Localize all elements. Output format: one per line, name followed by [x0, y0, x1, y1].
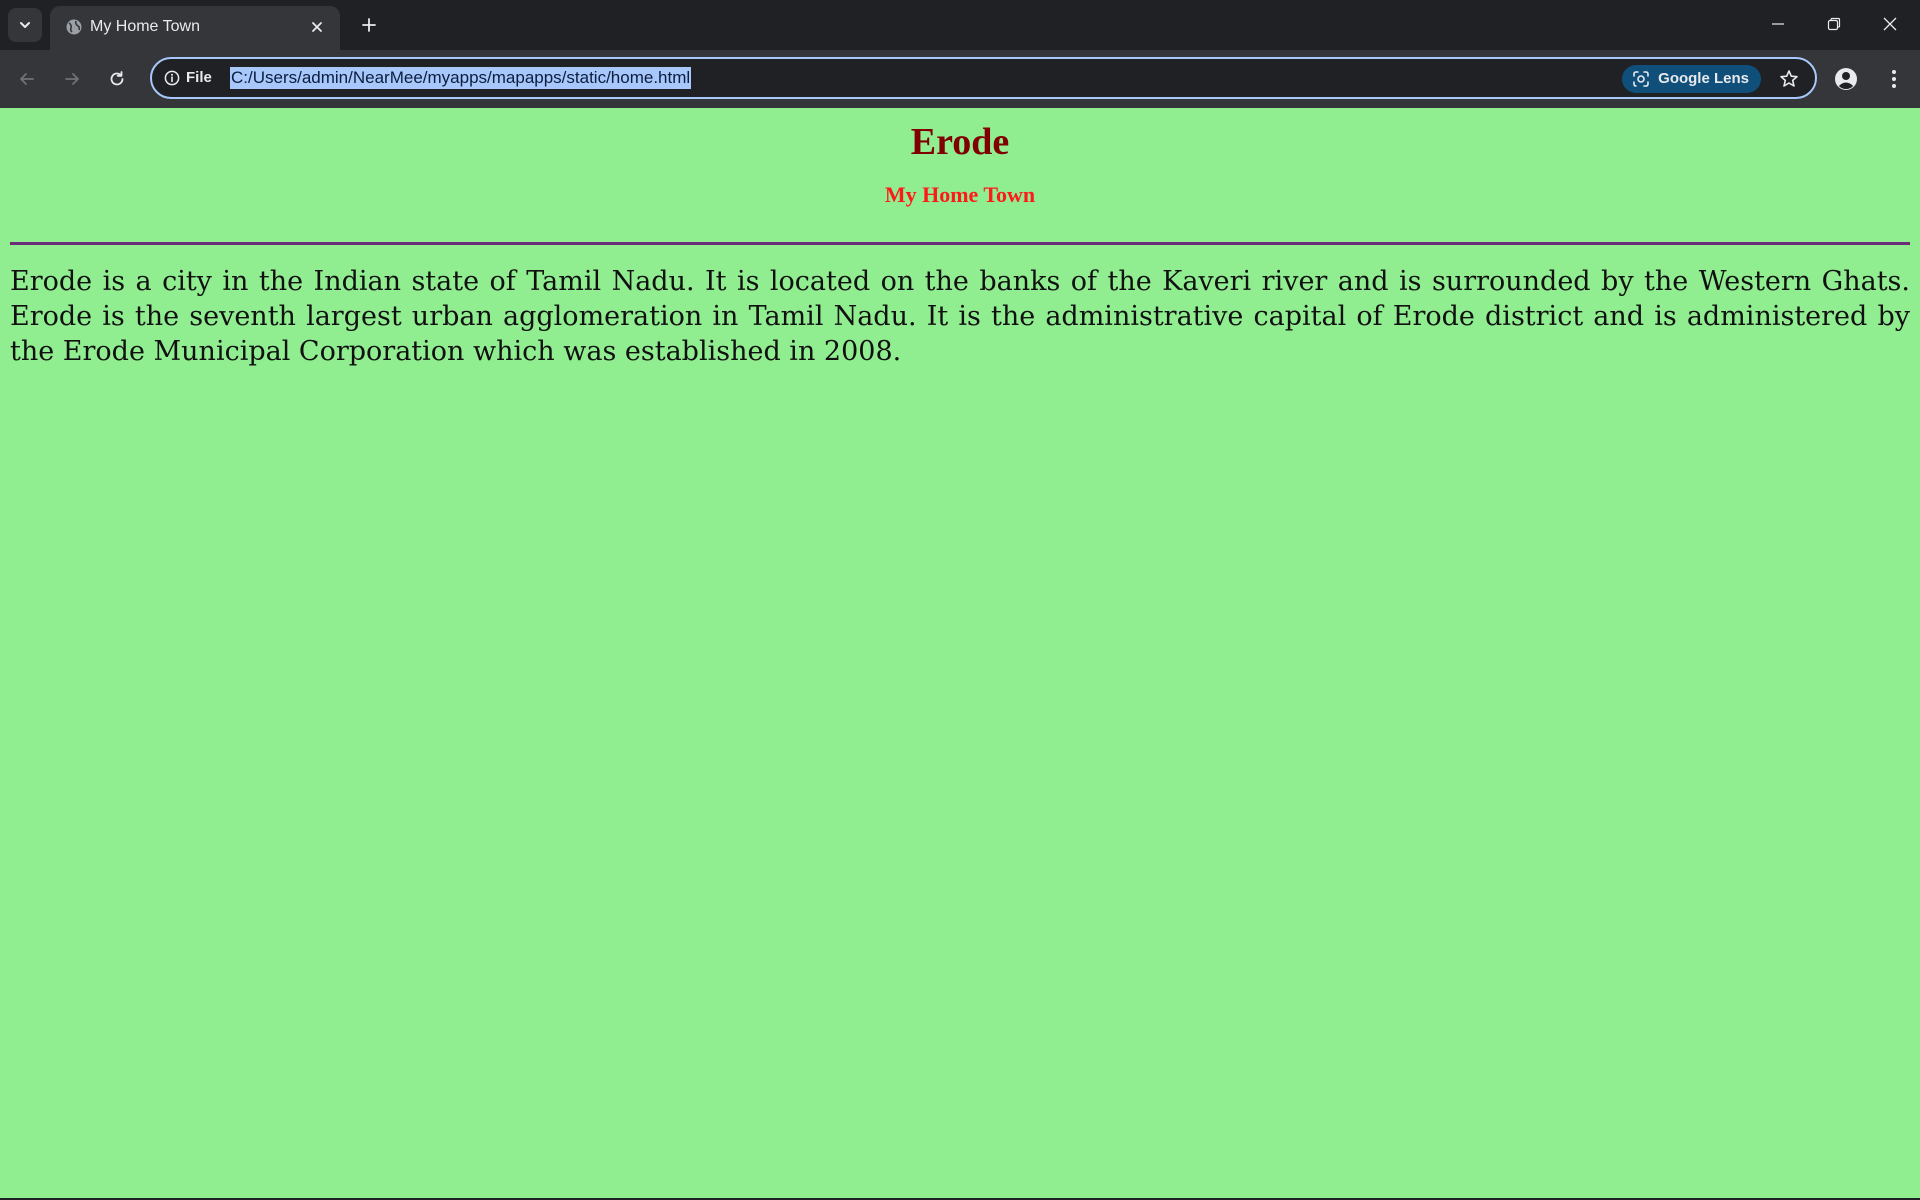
close-icon — [312, 22, 322, 32]
plus-icon — [362, 18, 376, 32]
info-icon — [164, 70, 180, 86]
page-heading: Erode — [910, 121, 1010, 163]
chevron-down-icon — [20, 22, 30, 28]
bookmark-button[interactable] — [1777, 67, 1801, 91]
tab-search-button[interactable] — [8, 8, 42, 42]
page-paragraph: Erode is a city in the Indian state of T… — [10, 266, 1910, 367]
globe-icon — [64, 17, 84, 37]
google-lens-button[interactable]: Google Lens — [1622, 65, 1761, 93]
tab-strip: My Home Town — [0, 0, 1920, 50]
menu-button[interactable] — [1878, 63, 1910, 95]
page-subheading: My Home Town — [884, 182, 1036, 207]
close-icon — [1883, 17, 1897, 31]
google-lens-label: Google Lens — [1658, 70, 1749, 87]
site-info-button[interactable]: File — [164, 68, 212, 88]
profile-button[interactable] — [1830, 63, 1862, 95]
forward-button[interactable] — [54, 61, 90, 97]
url-text[interactable]: C:/Users/admin/NearMee/myapps/mapapps/st… — [230, 67, 692, 89]
avatar-icon — [1835, 68, 1857, 90]
address-bar[interactable]: File C:/Users/admin/NearMee/myapps/mapap… — [150, 57, 1817, 99]
reload-button[interactable] — [99, 61, 135, 97]
reload-icon — [110, 71, 124, 86]
window-close-button[interactable] — [1862, 0, 1918, 48]
browser-window: My Home Town File C:/Users/admin/NearMee… — [0, 0, 1920, 1200]
new-tab-button[interactable] — [352, 8, 386, 42]
camera-search-icon — [1633, 71, 1649, 87]
tab-title: My Home Town — [90, 18, 200, 35]
page-viewport: Erode My Home Town Erode is a city in th… — [0, 108, 1920, 1198]
restore-button[interactable] — [1806, 0, 1862, 48]
horizontal-rule — [10, 242, 1910, 245]
more-vertical-icon — [1892, 70, 1896, 88]
toolbar: File C:/Users/admin/NearMee/myapps/mapap… — [0, 50, 1920, 108]
star-icon — [1780, 70, 1798, 87]
minimize-icon — [1772, 23, 1784, 25]
tab-active[interactable]: My Home Town — [50, 6, 340, 50]
site-info-label: File — [186, 69, 212, 86]
tab-close-button[interactable] — [306, 16, 328, 38]
restore-icon — [1827, 17, 1841, 31]
arrow-right-icon — [65, 73, 79, 85]
back-button[interactable] — [9, 61, 45, 97]
minimize-button[interactable] — [1750, 0, 1806, 48]
arrow-left-icon — [20, 73, 34, 85]
